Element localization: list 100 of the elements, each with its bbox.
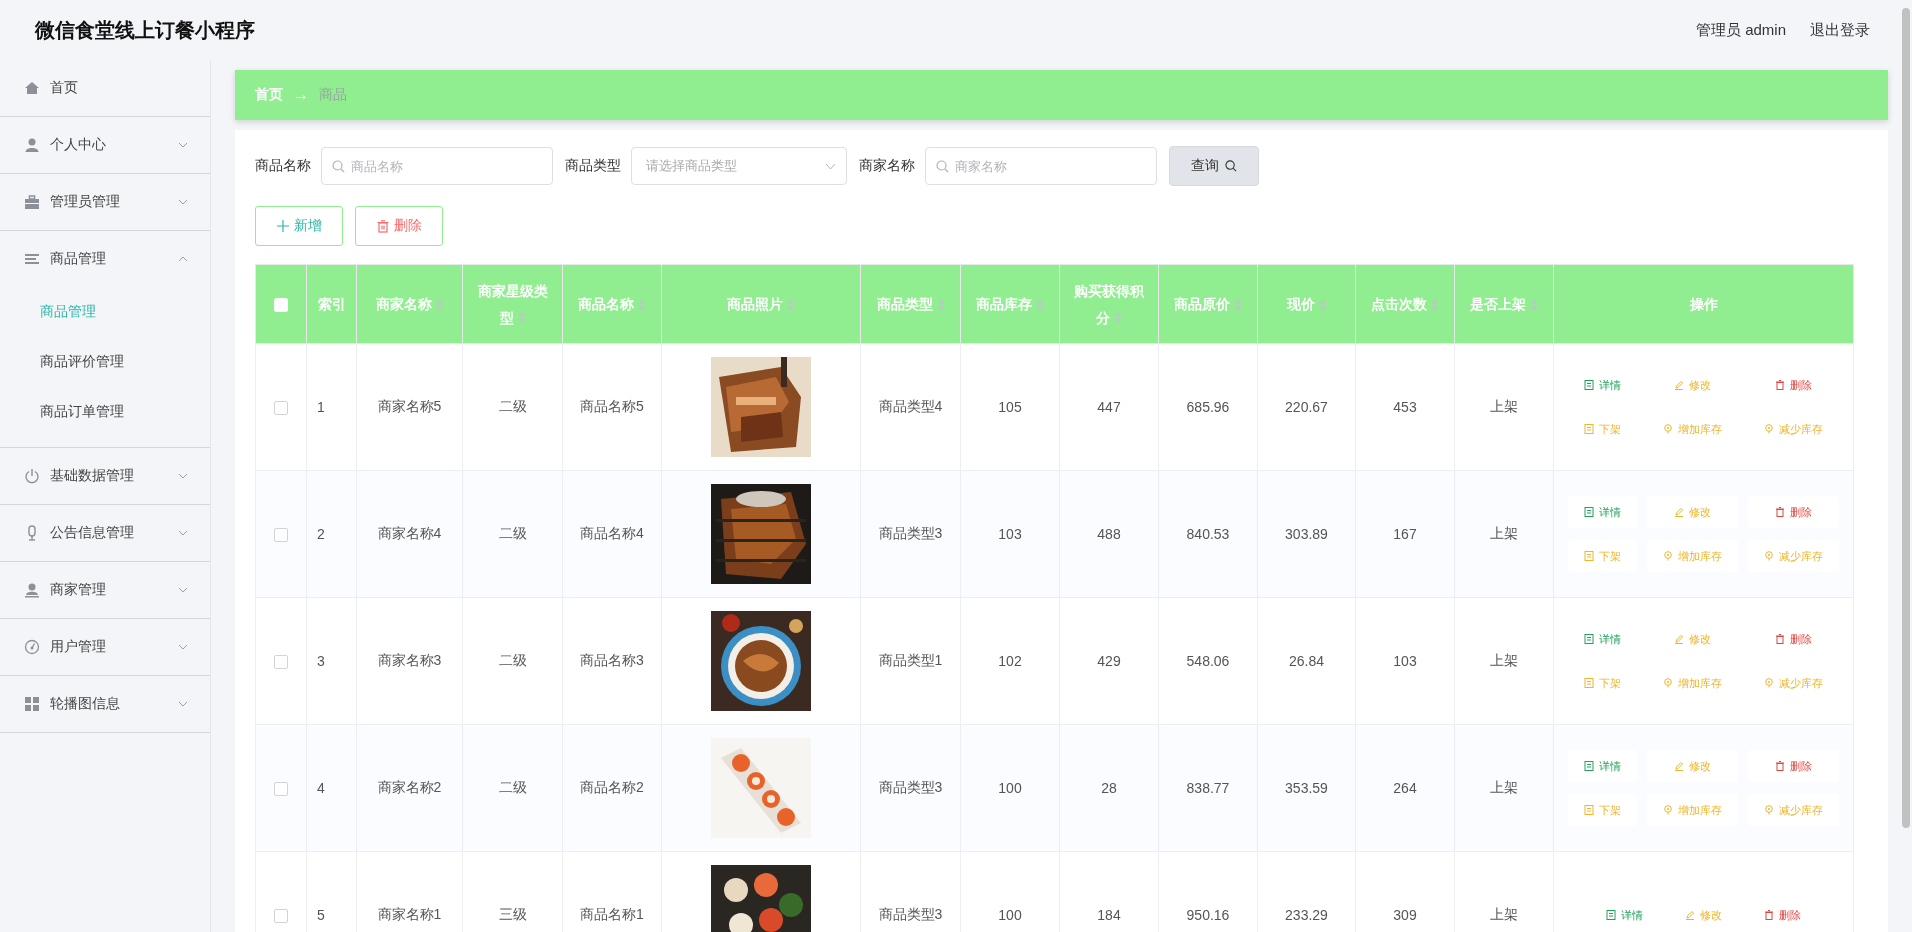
sort-icon[interactable] <box>1530 298 1538 311</box>
column-header[interactable]: 商品照片 <box>661 264 861 344</box>
action-button[interactable]: 减少库存 <box>1748 794 1839 826</box>
table-cell: 商品类型1 <box>878 652 943 668</box>
sort-icon[interactable] <box>1234 298 1242 311</box>
table-cell: 上架 <box>1490 906 1518 922</box>
column-header[interactable]: 点击次数 <box>1355 264 1455 344</box>
sort-icon[interactable] <box>1431 298 1439 311</box>
sort-icon[interactable] <box>1114 312 1122 325</box>
sort-icon[interactable] <box>517 312 526 325</box>
table-cell: 1 <box>317 399 325 415</box>
chevron-icon <box>825 162 836 170</box>
table-cell: 303.89 <box>1285 526 1328 542</box>
sort-icon[interactable] <box>638 298 646 311</box>
briefcase-icon <box>24 194 40 210</box>
column-header[interactable]: 商家名称 <box>356 264 463 344</box>
chevron-icon <box>178 587 188 593</box>
action-button[interactable]: 增加库存 <box>1647 540 1738 572</box>
sidebar-item[interactable]: 基础数据管理 <box>0 448 210 505</box>
user-icon <box>24 582 40 598</box>
trash-icon <box>376 219 389 233</box>
action-button[interactable]: 详情 <box>1568 750 1637 782</box>
document-icon <box>1584 634 1594 644</box>
sort-icon[interactable] <box>1036 298 1044 311</box>
column-header[interactable]: 商品名称 <box>562 264 662 344</box>
trash-icon <box>1764 910 1774 920</box>
action-button[interactable]: 修改 <box>1647 496 1738 528</box>
sidebar-item[interactable]: 个人中心 <box>0 117 210 174</box>
checkbox[interactable] <box>274 528 288 543</box>
column-header[interactable]: 商家星级类型 <box>462 264 563 344</box>
document-icon <box>1584 761 1594 771</box>
document-icon <box>1584 551 1594 561</box>
column-header[interactable]: 商品原价 <box>1158 264 1258 344</box>
sort-icon[interactable] <box>787 298 795 311</box>
action-button[interactable]: 详情 <box>1568 496 1637 528</box>
checkbox[interactable] <box>274 909 288 924</box>
column-header[interactable]: 是否上架 <box>1454 264 1554 344</box>
table-cell: 商家名称3 <box>377 652 442 668</box>
add-button[interactable]: 新增 <box>255 206 343 246</box>
sort-icon[interactable] <box>936 298 945 311</box>
submenu-item[interactable]: 商品订单管理 <box>0 387 210 437</box>
table-cell: 二级 <box>498 525 527 541</box>
grid-icon <box>24 696 40 712</box>
pin-icon <box>1764 551 1774 561</box>
scrollbar[interactable] <box>1902 8 1910 828</box>
column-header: 操作 <box>1553 264 1854 344</box>
action-button[interactable]: 减少库存 <box>1748 540 1839 572</box>
table-cell: 28 <box>1101 780 1117 796</box>
document-icon <box>1606 910 1616 920</box>
sidebar-item[interactable]: 首页 <box>0 60 210 117</box>
sort-icon[interactable] <box>1318 298 1327 311</box>
table-cell: 105 <box>998 399 1022 415</box>
user-icon <box>24 137 40 153</box>
gauge-icon <box>24 639 40 655</box>
plus-icon <box>276 220 289 232</box>
table-cell: 上架 <box>1490 525 1518 541</box>
column-header[interactable]: 商品库存 <box>960 264 1060 344</box>
table-cell: 商品类型3 <box>878 906 943 922</box>
document-icon <box>1584 424 1594 434</box>
select-field[interactable]: 请选择商品类型 <box>631 147 847 185</box>
chevron-icon <box>178 256 188 262</box>
chevron-icon <box>178 701 188 707</box>
pin-icon <box>1764 424 1774 434</box>
pin-icon <box>1764 678 1774 688</box>
action-button[interactable]: 下架 <box>1568 794 1637 826</box>
checkbox[interactable] <box>274 782 288 797</box>
sidebar-item[interactable]: 公告信息管理 <box>0 505 210 562</box>
sidebar-item[interactable]: 轮播图信息 <box>0 676 210 733</box>
power-icon <box>24 468 40 484</box>
action-button[interactable]: 删除 <box>1748 496 1839 528</box>
sidebar-item[interactable]: 商家管理 <box>0 562 210 619</box>
action-button[interactable]: 修改 <box>1647 750 1738 782</box>
breadcrumb-item[interactable]: 首页 <box>255 86 283 104</box>
sidebar-item[interactable]: 用户管理 <box>0 619 210 676</box>
table-cell: 二级 <box>498 779 527 795</box>
field-label: 商家名称 <box>859 157 915 175</box>
column-header[interactable]: 商品类型 <box>860 264 961 344</box>
column-header[interactable]: 购买获得积分 <box>1059 264 1159 344</box>
checkbox[interactable] <box>274 655 288 670</box>
search-field[interactable]: 商品名称 <box>321 147 553 185</box>
submenu-item[interactable]: 商品管理 <box>0 287 210 337</box>
sidebar-item[interactable]: 商品管理 <box>0 231 210 287</box>
column-header[interactable]: 现价 <box>1257 264 1356 344</box>
checkbox[interactable] <box>274 401 288 416</box>
table-cell: 488 <box>1097 526 1121 542</box>
action-button[interactable]: 增加库存 <box>1647 794 1738 826</box>
table-cell: 上架 <box>1490 652 1518 668</box>
breadcrumb-item: 商品 <box>319 86 347 104</box>
search-button[interactable]: 查询 <box>1169 146 1259 186</box>
field-label: 商品名称 <box>255 157 311 175</box>
pencil-icon <box>1674 634 1684 644</box>
sidebar-item[interactable]: 管理员管理 <box>0 174 210 231</box>
logout-link[interactable]: 退出登录 <box>1810 20 1870 40</box>
action-button[interactable]: 删除 <box>1748 750 1839 782</box>
table-cell: 102 <box>998 653 1022 669</box>
search-field[interactable]: 商家名称 <box>925 147 1157 185</box>
submenu-item[interactable]: 商品评价管理 <box>0 337 210 387</box>
sort-icon[interactable] <box>435 298 444 311</box>
delete-button[interactable]: 删除 <box>355 206 443 246</box>
action-button[interactable]: 下架 <box>1568 540 1637 572</box>
